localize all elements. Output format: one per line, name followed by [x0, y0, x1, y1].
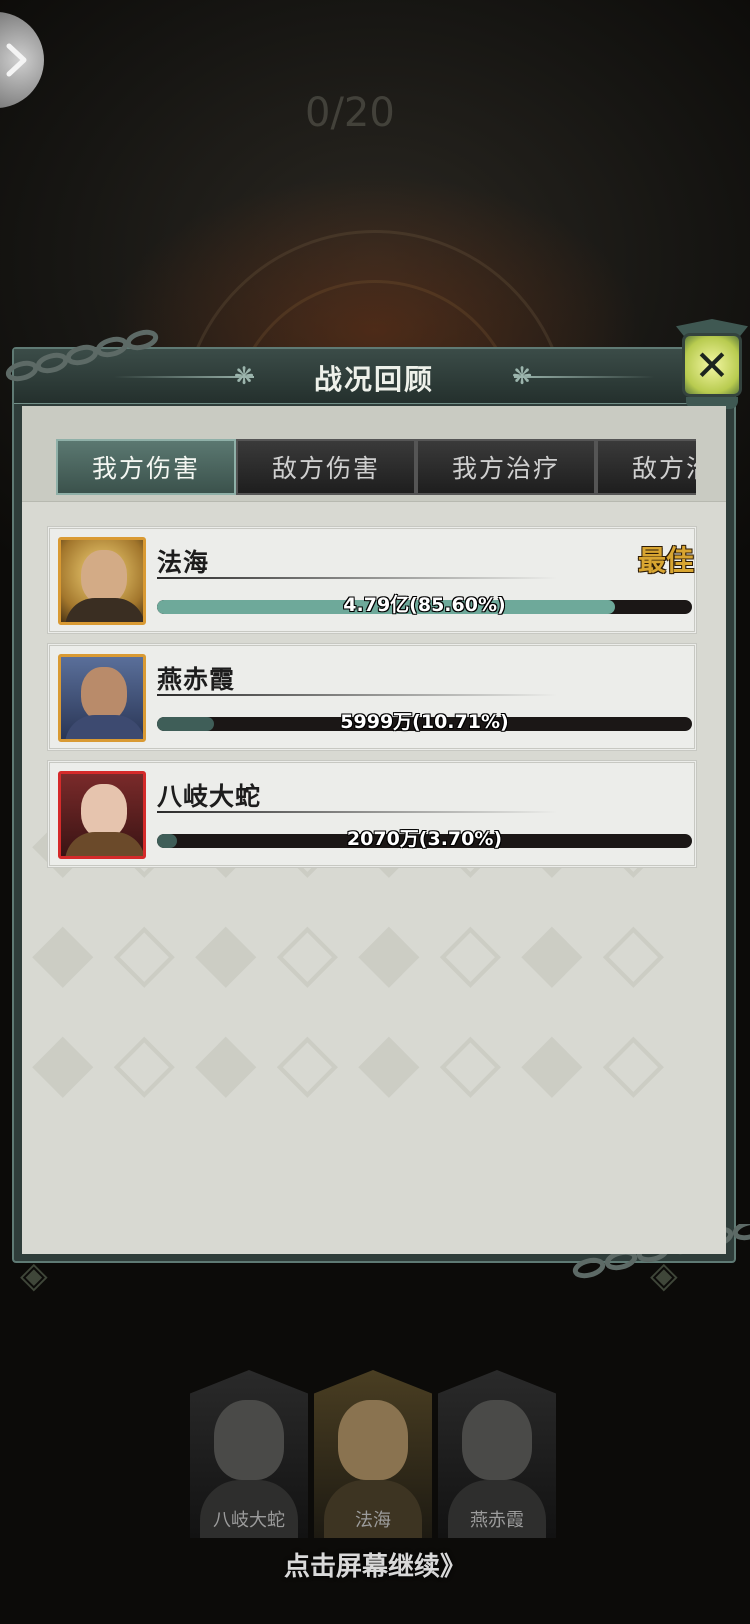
round-counter: 0/20: [305, 90, 395, 136]
damage-row: 八岐大蛇 2070万(3.70%): [47, 760, 697, 868]
side-emblem-left: ◈: [20, 1255, 48, 1296]
tab-enemy-damage[interactable]: 敌方伤害: [236, 439, 416, 495]
tab-enemy-healing[interactable]: 敌方治疗: [596, 439, 696, 495]
battle-review-panel: ❋ ❋ 战况回顾 ✕ ◆◇◆◇◆◇◆◇◆◇◆◇◆◇◆◇◆◇◆◇◆◇◆◇: [5, 319, 750, 1279]
hero-card: 燕赤霞: [438, 1370, 556, 1538]
chevron-right-icon: [6, 43, 27, 77]
tab-bar: 我方伤害 敌方伤害 我方治疗 敌方治疗: [56, 439, 696, 495]
panel-body: ◆◇◆◇◆◇◆◇◆◇◆◇◆◇◆◇◆◇◆◇◆◇◆◇ 我方伤害 敌方伤害 我方治疗 …: [22, 406, 726, 1254]
damage-value: 4.79亿(85.60%): [343, 594, 506, 616]
damage-value: 2070万(3.70%): [346, 828, 503, 850]
tab-strip: 我方伤害 敌方伤害 我方治疗 敌方治疗: [22, 406, 726, 502]
damage-row: 法海 最佳 4.79亿(85.60%): [47, 526, 697, 634]
damage-list: 法海 最佳 4.79亿(85.60%) 燕赤霞 5999万(10.71%) 八岐…: [47, 526, 697, 877]
tab-our-damage[interactable]: 我方伤害: [56, 439, 236, 495]
bottom-hero-lineup: 八岐大蛇 法海 燕赤霞: [190, 1370, 560, 1540]
hero-card-name: 法海: [355, 1510, 391, 1531]
hero-name: 八岐大蛇: [157, 782, 262, 811]
hero-name: 法海: [157, 548, 210, 577]
hero-card-name: 八岐大蛇: [213, 1510, 285, 1531]
tab-our-healing[interactable]: 我方治疗: [416, 439, 596, 495]
damage-row: 燕赤霞 5999万(10.71%): [47, 643, 697, 751]
hero-avatar: [58, 771, 146, 859]
hero-card-name: 燕赤霞: [470, 1510, 524, 1531]
close-button[interactable]: ✕: [676, 319, 750, 413]
close-icon: ✕: [682, 333, 742, 397]
chain-decoration-icon: [5, 329, 159, 382]
hero-avatar: [58, 654, 146, 742]
hero-card: 法海: [314, 1370, 432, 1538]
damage-value: 5999万(10.71%): [340, 711, 509, 733]
best-badge: 最佳: [637, 544, 694, 577]
hero-card: 八岐大蛇: [190, 1370, 308, 1538]
hero-avatar: [58, 537, 146, 625]
tap-to-continue[interactable]: 点击屏幕继续》: [0, 1546, 750, 1583]
hero-name: 燕赤霞: [157, 665, 236, 694]
